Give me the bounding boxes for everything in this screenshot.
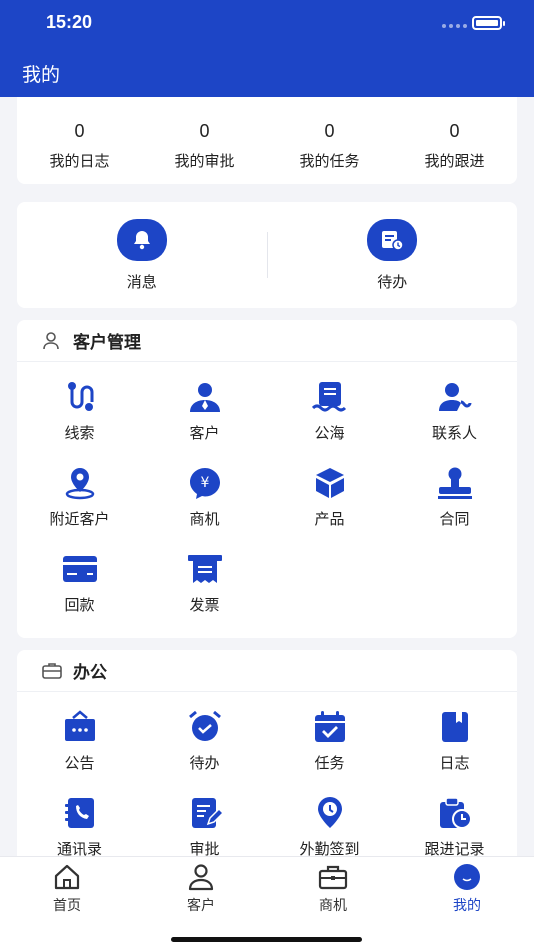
grid-item-todo[interactable]: 待办: [142, 710, 267, 796]
grid-label: 发票: [189, 596, 220, 614]
grid-item-contacts[interactable]: 联系人: [392, 380, 517, 466]
section-title: 客户管理: [73, 333, 141, 353]
tab-label: 客户: [187, 898, 215, 914]
followup-icon: [439, 797, 472, 829]
customer-grid: 线索 客户 公海 联系人 附近客户 ¥ 商机 产品 合同 回款 发票: [17, 362, 517, 638]
grid-item-customer[interactable]: 客户: [142, 380, 267, 466]
stat-my-log[interactable]: 0 我的日志: [17, 97, 142, 184]
grid-item-payments[interactable]: 回款: [17, 552, 142, 638]
book-icon: [441, 712, 468, 742]
stat-value: 0: [449, 121, 460, 141]
stat-value: 0: [324, 121, 335, 141]
grid-label: 线索: [64, 424, 95, 442]
alarm-clock-icon: [188, 710, 221, 741]
contract-stamp-icon: [437, 467, 472, 499]
stats-card: 0 我的日志 0 我的审批 0 我的任务 0 我的跟进: [17, 97, 517, 184]
customer-icon: [189, 383, 220, 412]
signal-icon: [442, 24, 467, 28]
tab-business[interactable]: 商机: [266, 863, 400, 915]
stat-my-approval[interactable]: 0 我的审批: [142, 97, 267, 184]
briefcase-outline-icon: [42, 662, 62, 679]
grid-item-tasks[interactable]: 任务: [267, 710, 392, 796]
grid-item-contracts[interactable]: 合同: [392, 466, 517, 552]
user-icon: [188, 864, 214, 891]
stat-label: 我的日志: [49, 152, 110, 170]
product-icon: [315, 468, 344, 498]
calendar-check-icon: [314, 711, 345, 742]
section-header: 客户管理: [17, 320, 517, 362]
home-icon: [54, 864, 80, 890]
stat-label: 我的任务: [299, 152, 360, 170]
home-indicator: [171, 937, 362, 942]
customer-management-section: 客户管理 线索 客户 公海 联系人 附近客户 ¥ 商机 产品 合同 回款 发票: [17, 320, 517, 638]
public-sea-icon: [311, 382, 346, 412]
grid-label: 公告: [64, 754, 95, 772]
grid-item-nearby-customers[interactable]: 附近客户: [17, 466, 142, 552]
notice-icon: [64, 710, 95, 741]
tab-mine[interactable]: 我的: [400, 863, 534, 915]
section-title: 办公: [73, 663, 107, 683]
grid-label: 商机: [189, 510, 220, 528]
grid-label: 公海: [314, 424, 345, 442]
grid-label: 日志: [439, 754, 470, 772]
grid-label: 产品: [314, 510, 345, 528]
quick-label: 待办: [377, 272, 408, 291]
approval-icon: [191, 798, 222, 828]
grid-label: 待办: [189, 754, 220, 772]
office-section: 办公 公告 待办 任务 日志 通讯录 审批 外勤签到 跟进记录: [17, 650, 517, 870]
tab-label: 首页: [53, 898, 81, 914]
location-icon: [65, 468, 94, 500]
grid-item-log[interactable]: 日志: [392, 710, 517, 796]
tab-label: 我的: [453, 898, 481, 914]
profile-icon: [454, 864, 480, 890]
contact-icon: [438, 383, 471, 411]
stat-label: 我的审批: [174, 152, 235, 170]
clock-pin-icon: [317, 797, 342, 828]
grid-item-business[interactable]: ¥ 商机: [142, 466, 267, 552]
quick-todo-button[interactable]: 待办: [268, 218, 518, 292]
grid-label: 联系人: [431, 424, 477, 442]
invoice-icon: [187, 555, 222, 583]
tab-label: 商机: [319, 898, 347, 914]
stat-value: 0: [74, 121, 85, 141]
tab-customers[interactable]: 客户: [134, 863, 268, 915]
phone-book-icon: [64, 798, 94, 828]
todo-icon: [367, 218, 418, 261]
stat-value: 0: [199, 121, 210, 141]
grid-label: 回款: [64, 596, 95, 614]
stat-label: 我的跟进: [424, 152, 485, 170]
card-icon: [62, 556, 97, 582]
grid-label: 客户: [189, 424, 220, 442]
tab-home[interactable]: 首页: [0, 863, 134, 915]
quick-messages-button[interactable]: 消息: [17, 218, 267, 292]
battery-icon: [472, 16, 505, 30]
grid-item-products[interactable]: 产品: [267, 466, 392, 552]
lead-icon: [67, 382, 93, 411]
section-header: 办公: [17, 650, 517, 692]
grid-item-public-sea[interactable]: 公海: [267, 380, 392, 466]
stat-my-followup[interactable]: 0 我的跟进: [392, 97, 517, 184]
business-icon: ¥: [189, 468, 220, 499]
svg-text:¥: ¥: [200, 475, 209, 491]
app-header: 15:20 我的: [0, 0, 534, 97]
page-title: 我的: [22, 64, 61, 86]
grid-label: 合同: [439, 510, 470, 528]
stat-my-task[interactable]: 0 我的任务: [267, 97, 392, 184]
person-outline-icon: [43, 331, 59, 349]
grid-item-notice[interactable]: 公告: [17, 710, 142, 796]
briefcase-icon: [318, 865, 348, 890]
grid-item-invoices[interactable]: 发票: [142, 552, 267, 638]
quick-actions-card: 消息 待办: [17, 202, 517, 308]
bell-icon: [116, 218, 167, 261]
grid-label: 附近客户: [49, 510, 110, 528]
office-grid: 公告 待办 任务 日志 通讯录 审批 外勤签到 跟进记录: [17, 692, 517, 870]
status-time: 15:20: [46, 12, 93, 32]
grid-label: 任务: [314, 754, 345, 772]
grid-item-leads[interactable]: 线索: [17, 380, 142, 466]
quick-label: 消息: [126, 272, 157, 291]
